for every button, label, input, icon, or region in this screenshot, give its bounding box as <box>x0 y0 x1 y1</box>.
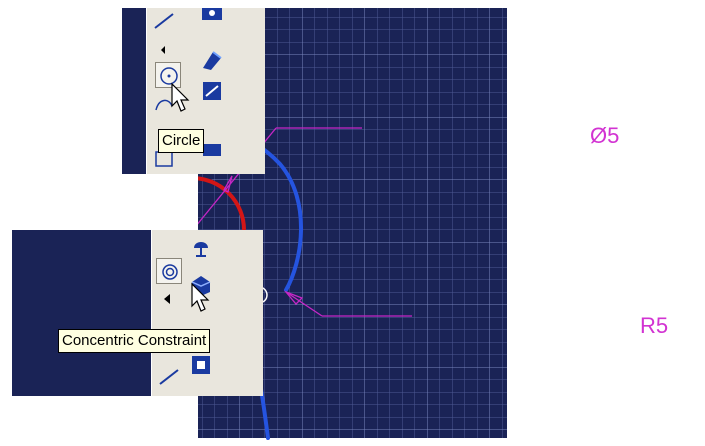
radius-label[interactable]: R5 <box>640 314 668 338</box>
line-tool-bottom-icon[interactable] <box>156 364 182 390</box>
flyout-arrow-left-icon[interactable] <box>156 286 182 312</box>
line-tool-icon[interactable] <box>151 8 177 34</box>
mouse-pointer-icon <box>191 282 210 312</box>
fix-constraint-icon[interactable] <box>188 352 214 378</box>
zoom-tool-icon[interactable] <box>199 8 225 34</box>
mouse-pointer-icon <box>171 82 190 112</box>
mirror-tool-icon[interactable] <box>199 48 225 74</box>
concentric-constraint-button[interactable] <box>156 258 182 284</box>
sketch-canvas[interactable] <box>198 8 705 446</box>
concentric-tool-inset: Concentric Constraint <box>12 230 263 396</box>
circle-tool-inset: Circle <box>122 8 265 174</box>
sketch-drawing <box>198 8 507 440</box>
anchor-tool-icon[interactable] <box>188 234 214 260</box>
concentric-tooltip: Concentric Constraint <box>58 329 211 353</box>
circle-tooltip: Circle <box>158 129 205 153</box>
concentric-icon <box>162 264 178 280</box>
constraint-tool-icon[interactable] <box>199 78 225 104</box>
diameter-label[interactable]: Ø5 <box>590 124 619 148</box>
flyout-arrow-icon[interactable] <box>151 36 177 62</box>
